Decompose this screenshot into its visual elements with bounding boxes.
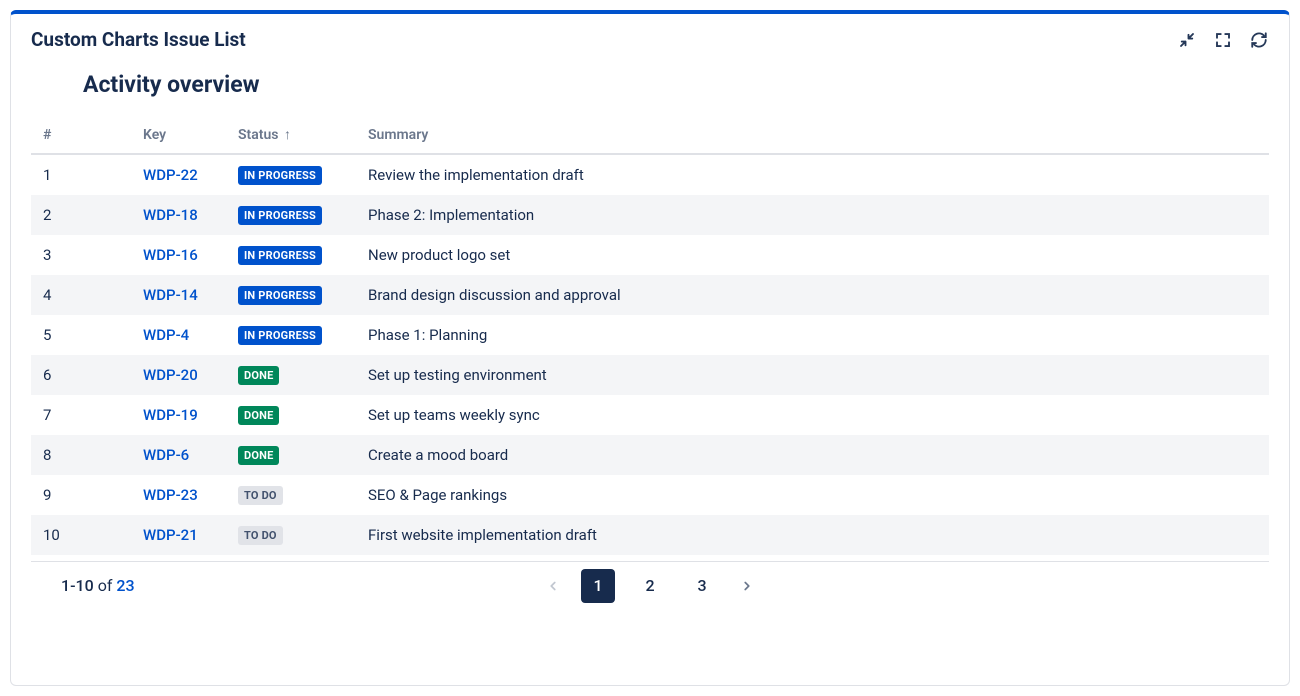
pagination-range: 1-10 <box>61 576 94 595</box>
status-badge[interactable]: DONE <box>238 406 279 425</box>
issue-summary[interactable]: Phase 1: Planning <box>356 315 1269 355</box>
row-number: 3 <box>31 235 131 275</box>
row-number: 10 <box>31 515 131 555</box>
status-badge[interactable]: DONE <box>238 446 279 465</box>
status-badge[interactable]: IN PROGRESS <box>238 206 322 225</box>
card-actions <box>1177 30 1269 50</box>
table-row: 8 WDP-6 DONE Create a mood board <box>31 435 1269 475</box>
page-button-1[interactable]: 1 <box>581 569 615 603</box>
table-row: 7 WDP-19 DONE Set up teams weekly sync <box>31 395 1269 435</box>
pagination: 123 <box>543 569 757 603</box>
row-number: 6 <box>31 355 131 395</box>
issue-summary[interactable]: Set up teams weekly sync <box>356 395 1269 435</box>
issue-summary[interactable]: Phase 2: Implementation <box>356 195 1269 235</box>
issue-key-link[interactable]: WDP-16 <box>143 246 198 264</box>
pagination-of-label: of <box>98 576 113 595</box>
pagination-next-icon[interactable] <box>737 576 757 596</box>
col-header-status-label: Status <box>238 127 278 143</box>
col-header-summary[interactable]: Summary <box>356 116 1269 154</box>
page-button-2[interactable]: 2 <box>633 569 667 603</box>
table-footer: 1-10 of 23 123 <box>31 561 1269 609</box>
issue-summary[interactable]: Create a mood board <box>356 435 1269 475</box>
page-subtitle: Activity overview <box>11 55 1289 116</box>
status-badge[interactable]: IN PROGRESS <box>238 286 322 305</box>
issue-key-link[interactable]: WDP-19 <box>143 406 198 424</box>
issue-key-link[interactable]: WDP-20 <box>143 366 198 384</box>
row-number: 8 <box>31 435 131 475</box>
col-header-num[interactable]: # <box>31 116 131 154</box>
refresh-icon[interactable] <box>1249 30 1269 50</box>
row-number: 7 <box>31 395 131 435</box>
fullscreen-icon[interactable] <box>1213 30 1233 50</box>
table-row: 1 WDP-22 IN PROGRESS Review the implementat… <box>31 155 1269 195</box>
issue-key-link[interactable]: WDP-4 <box>143 326 189 344</box>
issue-key-link[interactable]: WDP-23 <box>143 486 198 504</box>
row-number: 2 <box>31 195 131 235</box>
issue-key-link[interactable]: WDP-14 <box>143 286 198 304</box>
row-number: 9 <box>31 475 131 515</box>
issue-table: # Key Status ↑ Summary 1 WDP-22 IN PROGRES… <box>31 116 1269 555</box>
row-number: 4 <box>31 275 131 315</box>
card-title: Custom Charts Issue List <box>31 28 246 51</box>
table-row: 6 WDP-20 DONE Set up testing environment <box>31 355 1269 395</box>
issue-key-link[interactable]: WDP-21 <box>143 526 198 544</box>
row-number: 5 <box>31 315 131 355</box>
issue-list-card: Custom Charts Issue List <box>10 10 1290 686</box>
sort-ascending-icon: ↑ <box>284 127 291 143</box>
table-row: 5 WDP-4 IN PROGRESS Phase 1: Planning <box>31 315 1269 355</box>
issue-summary[interactable]: Review the implementation draft <box>356 155 1269 195</box>
issue-key-link[interactable]: WDP-6 <box>143 446 189 464</box>
row-number: 1 <box>31 155 131 195</box>
col-header-key[interactable]: Key <box>131 116 226 154</box>
issue-summary[interactable]: SEO & Page rankings <box>356 475 1269 515</box>
issue-summary[interactable]: First website implementation draft <box>356 515 1269 555</box>
table-row: 4 WDP-14 IN PROGRESS Brand design discussio… <box>31 275 1269 315</box>
issue-key-link[interactable]: WDP-22 <box>143 166 198 184</box>
collapse-icon[interactable] <box>1177 30 1197 50</box>
card-header: Custom Charts Issue List <box>11 14 1289 55</box>
table-row: 9 WDP-23 TO DO SEO & Page rankings <box>31 475 1269 515</box>
issue-key-link[interactable]: WDP-18 <box>143 206 198 224</box>
table-row: 2 WDP-18 IN PROGRESS Phase 2: Implementatio… <box>31 195 1269 235</box>
pagination-total[interactable]: 23 <box>116 576 134 595</box>
status-badge[interactable]: IN PROGRESS <box>238 326 322 345</box>
pagination-prev-icon[interactable] <box>543 576 563 596</box>
status-badge[interactable]: DONE <box>238 366 279 385</box>
page-button-3[interactable]: 3 <box>685 569 719 603</box>
issue-summary[interactable]: New product logo set <box>356 235 1269 275</box>
status-badge[interactable]: TO DO <box>238 486 283 505</box>
status-badge[interactable]: TO DO <box>238 526 283 545</box>
issue-summary[interactable]: Brand design discussion and approval <box>356 275 1269 315</box>
status-badge[interactable]: IN PROGRESS <box>238 246 322 265</box>
table-row: 10 WDP-21 TO DO First website implementatio… <box>31 515 1269 555</box>
status-badge[interactable]: IN PROGRESS <box>238 166 322 185</box>
col-header-status[interactable]: Status ↑ <box>226 116 356 154</box>
issue-summary[interactable]: Set up testing environment <box>356 355 1269 395</box>
table-row: 3 WDP-16 IN PROGRESS New product logo set <box>31 235 1269 275</box>
